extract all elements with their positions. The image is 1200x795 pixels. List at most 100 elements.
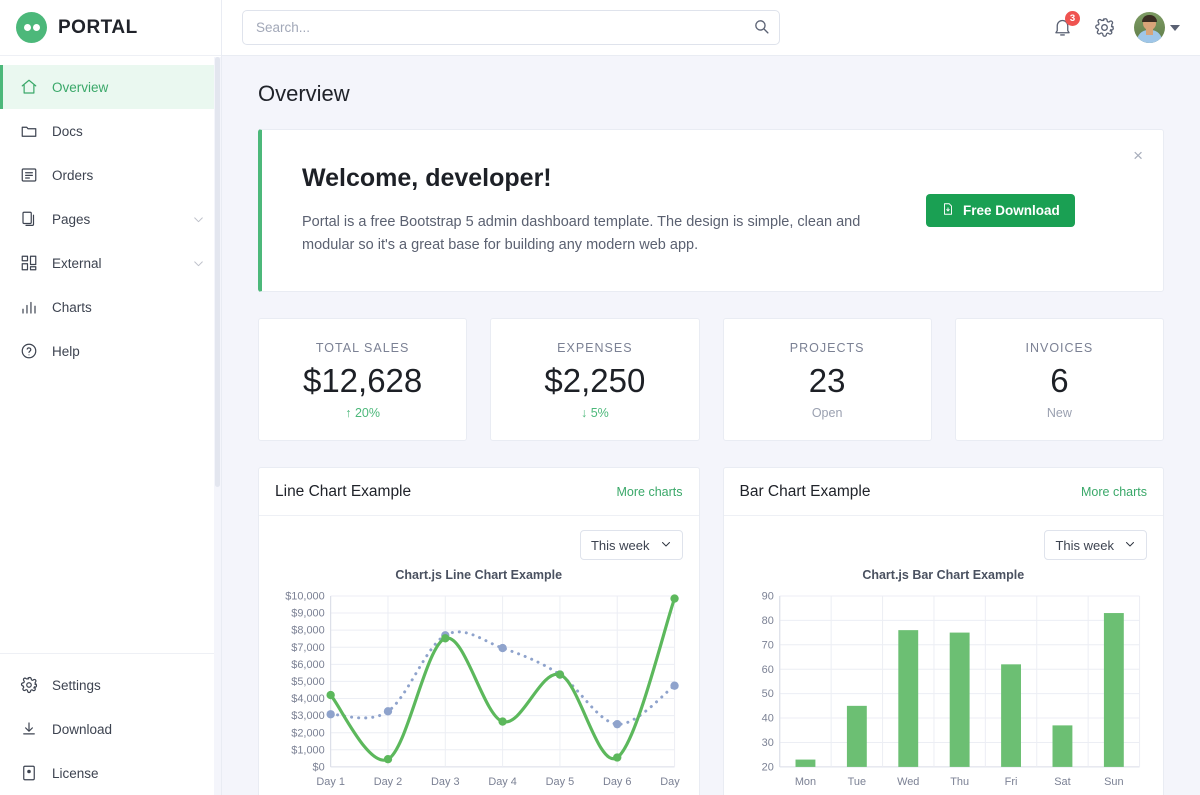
sidebar-item-help[interactable]: Help — [0, 329, 221, 373]
sidebar-item-orders[interactable]: Orders — [0, 153, 221, 197]
search-input[interactable] — [242, 10, 780, 45]
chevron-down-icon[interactable] — [192, 257, 205, 270]
sidebar-scrollbar[interactable] — [214, 57, 221, 795]
topbar-actions: 3 — [1050, 10, 1180, 43]
svg-text:Day 5: Day 5 — [546, 776, 575, 788]
gear-icon[interactable] — [1092, 16, 1116, 40]
svg-text:Day 1: Day 1 — [316, 776, 345, 788]
welcome-action: Free Download — [902, 194, 1075, 228]
svg-text:Day 6: Day 6 — [603, 776, 632, 788]
svg-text:$2,000: $2,000 — [291, 728, 324, 740]
line-plot: $0 $1,000 $2,000 $3,000 $4,000 $5,000 $6,000 $7… — [275, 588, 682, 795]
svg-text:$9,000: $9,000 — [291, 608, 324, 620]
stat-value: $12,628 — [302, 362, 423, 400]
stat-card-projects: PROJECTS 23 Open — [722, 318, 932, 442]
sidebar-item-label: Orders — [52, 167, 94, 183]
welcome-body: Portal is a free Bootstrap 5 admin dashb… — [302, 214, 861, 254]
svg-text:Day 3: Day 3 — [431, 776, 460, 788]
svg-text:Tue: Tue — [847, 776, 865, 788]
sidebar-item-label: Settings — [52, 677, 101, 693]
sidebar-item-docs[interactable]: Docs — [0, 109, 221, 153]
more-charts-link[interactable]: More charts — [1081, 485, 1147, 499]
sidebar-bottom-nav: Settings Download License — [0, 653, 221, 795]
stat-label: EXPENSES — [557, 341, 633, 356]
sidebar-item-download[interactable]: Download — [0, 707, 221, 751]
account-menu[interactable] — [1134, 12, 1180, 43]
stat-label: PROJECTS — [789, 341, 865, 356]
svg-text:30: 30 — [761, 737, 773, 749]
stat-value: 23 — [808, 362, 846, 400]
folder-icon — [19, 122, 38, 141]
free-download-button[interactable]: Free Download — [926, 194, 1075, 228]
svg-text:$5,000: $5,000 — [291, 676, 324, 688]
sidebar-item-label: License — [52, 765, 99, 781]
page-title: Overview — [258, 81, 350, 106]
license-icon — [19, 764, 38, 783]
welcome-text: Welcome, developer! Portal is a free Boo… — [302, 164, 902, 257]
sidebar-nav: Overview Docs Orders Pages External Char… — [0, 56, 221, 653]
sidebar-item-label: Charts — [52, 299, 92, 315]
bar-chart-body: This week Chart.js Bar Chart Example 20 3… — [724, 516, 1164, 795]
svg-text:$4,000: $4,000 — [291, 693, 324, 705]
home-icon — [19, 78, 38, 97]
search-icon[interactable] — [751, 17, 772, 38]
line-chart-body: This week Chart.js Line Chart Example $0… — [259, 516, 699, 795]
bar-chart-card: Bar Chart Example More charts This week … — [722, 467, 1164, 795]
brand-name: PORTAL — [58, 16, 138, 38]
close-icon[interactable]: × — [1129, 143, 1147, 168]
sidebar-item-external[interactable]: External — [0, 241, 221, 285]
bar-range-value: This week — [1055, 537, 1114, 553]
svg-text:50: 50 — [761, 689, 773, 701]
stat-trend: ↓ 5% — [580, 406, 609, 421]
svg-text:90: 90 — [761, 591, 773, 603]
sidebar-item-overview[interactable]: Overview — [0, 65, 221, 109]
search-container — [242, 10, 780, 45]
sidebar: PORTAL Overview Docs Orders Pages Extern… — [0, 0, 222, 795]
sidebar-item-charts[interactable]: Charts — [0, 285, 221, 329]
svg-text:$10,000: $10,000 — [285, 591, 324, 603]
sidebar-item-settings[interactable]: Settings — [0, 663, 221, 707]
download-icon — [19, 720, 38, 739]
more-charts-link[interactable]: More charts — [617, 485, 683, 499]
chevron-down-icon[interactable] — [1170, 24, 1180, 31]
file-download-icon — [941, 202, 955, 219]
charts-row: Line Chart Example More charts This week… — [258, 467, 1164, 795]
svg-text:Day 4: Day 4 — [488, 776, 517, 788]
chevron-down-icon[interactable] — [192, 213, 205, 226]
stat-value: $2,250 — [544, 362, 646, 400]
sidebar-scrollbar-thumb[interactable] — [215, 57, 220, 487]
svg-text:$0: $0 — [313, 762, 325, 774]
bar-chart-icon — [19, 298, 38, 317]
topbar: 3 — [222, 0, 1200, 56]
line-chart-header: Line Chart Example More charts — [259, 468, 699, 517]
stat-sub: Open — [811, 406, 843, 421]
svg-text:Sat: Sat — [1054, 776, 1070, 788]
welcome-title: Welcome, developer! — [302, 164, 552, 192]
svg-text:20: 20 — [761, 762, 773, 774]
svg-text:60: 60 — [761, 664, 773, 676]
svg-text:Sun: Sun — [1104, 776, 1123, 788]
line-range-select[interactable]: This week — [579, 530, 683, 561]
notification-badge: 3 — [1065, 10, 1080, 26]
avatar — [1134, 12, 1165, 43]
free-download-label: Free Download — [963, 203, 1060, 219]
svg-text:$1,000: $1,000 — [291, 745, 324, 757]
line-plot-title: Chart.js Line Chart Example — [395, 568, 563, 583]
grid-icon — [19, 254, 38, 273]
sidebar-item-pages[interactable]: Pages — [0, 197, 221, 241]
sidebar-item-license[interactable]: License — [0, 751, 221, 795]
chevron-down-icon — [1124, 538, 1136, 553]
gear-icon — [19, 676, 38, 695]
svg-text:70: 70 — [761, 640, 773, 652]
svg-text:Thu: Thu — [950, 776, 969, 788]
stat-trend: ↑ 20% — [345, 406, 380, 421]
bell-icon[interactable]: 3 — [1050, 10, 1080, 40]
bar-range-select[interactable]: This week — [1044, 530, 1147, 561]
bar-plot: 20 30 40 50 60 70 80 90 Mon Tue Wed Thu Fri Sat Sun — [740, 588, 1148, 795]
app-root: PORTAL Overview Docs Orders Pages Extern… — [0, 0, 1200, 795]
brand[interactable]: PORTAL — [0, 0, 221, 56]
welcome-banner: Welcome, developer! Portal is a free Boo… — [258, 129, 1164, 293]
svg-text:80: 80 — [761, 615, 773, 627]
sidebar-item-label: External — [52, 255, 102, 271]
sidebar-item-label: Pages — [52, 211, 91, 227]
